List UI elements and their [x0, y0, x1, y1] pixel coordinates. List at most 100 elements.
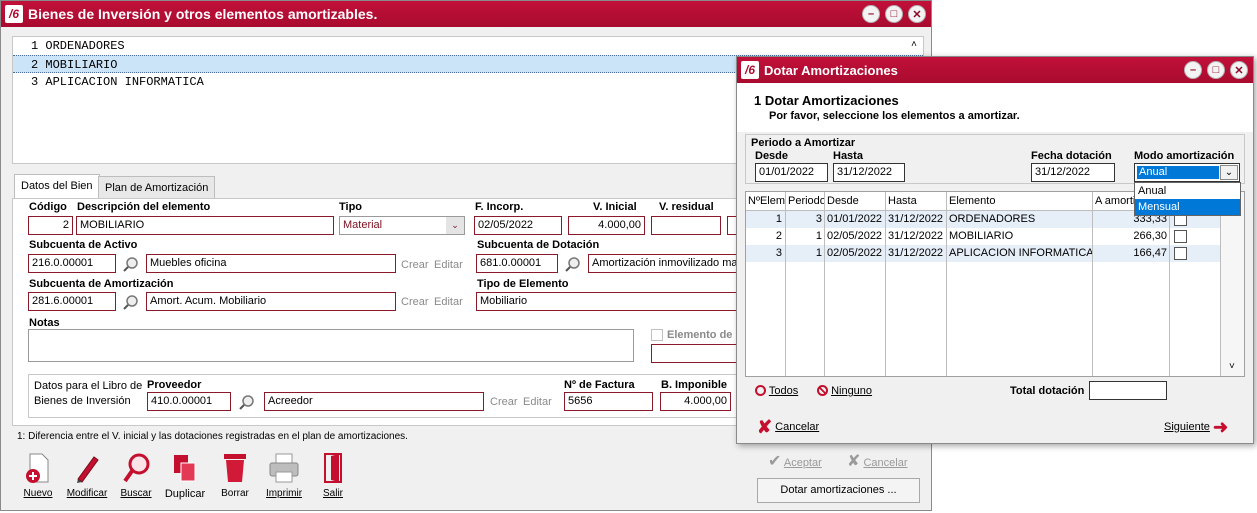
- cell-hasta: 31/12/2022: [888, 213, 944, 225]
- modificar-button[interactable]: Modificar: [61, 451, 113, 499]
- amort-desc-field[interactable]: Amort. Acum. Mobiliario: [146, 292, 396, 311]
- modo-option-mensual[interactable]: Mensual: [1135, 199, 1240, 215]
- todos-button[interactable]: Todos: [755, 385, 798, 397]
- activo-code-field[interactable]: 216.0.00001: [28, 254, 116, 273]
- v-residual-label: V. residual: [659, 201, 714, 213]
- tipo-elemento-field[interactable]: Mobiliario: [476, 292, 738, 311]
- b-imponible-field[interactable]: 4.000,00: [660, 392, 731, 411]
- amortizaciones-table[interactable]: NºElem. Periodo Desde Hasta Elemento A a…: [745, 191, 1245, 377]
- desde-field[interactable]: 01/01/2022: [755, 163, 828, 182]
- trash-icon: [224, 454, 246, 482]
- editar-link[interactable]: Editar: [523, 396, 552, 408]
- descripcion-label: Descripción del elemento: [77, 201, 211, 213]
- dotacion-desc-field[interactable]: Amortización inmovilizado mat: [588, 254, 738, 273]
- borrar-label: Borrar: [221, 488, 249, 499]
- fecha-dotacion-field[interactable]: 31/12/2022: [1031, 163, 1115, 182]
- proveedor-desc-field[interactable]: Acreedor: [264, 392, 484, 411]
- salir-button[interactable]: Salir: [307, 451, 359, 499]
- search-icon[interactable]: [122, 255, 140, 273]
- close-icon[interactable]: ✕: [1230, 61, 1248, 79]
- scroll-down-icon[interactable]: ˅: [1229, 361, 1235, 372]
- column-header[interactable]: NºElem.: [746, 192, 786, 210]
- fecha-dotacion-label: Fecha dotación: [1031, 150, 1112, 162]
- crear-link[interactable]: Crear: [401, 296, 429, 308]
- crear-link[interactable]: Crear: [490, 396, 518, 408]
- borrar-button[interactable]: Borrar: [209, 451, 261, 499]
- modo-dropdown-list[interactable]: Anual Mensual: [1134, 182, 1241, 216]
- codigo-field[interactable]: 2: [28, 216, 73, 235]
- tipo-select[interactable]: Material ⌄: [339, 216, 465, 235]
- cancelar-main-button[interactable]: ✘ Cancelar: [847, 451, 908, 471]
- dotacion-code-field[interactable]: 681.0.00001: [476, 254, 558, 273]
- search-icon[interactable]: [564, 255, 582, 273]
- column-header[interactable]: Periodo: [786, 192, 824, 210]
- v-residual-field[interactable]: [651, 216, 721, 235]
- tab-plan-de-amortizacion[interactable]: Plan de Amortización: [98, 176, 216, 200]
- siguiente-button[interactable]: Siguiente ➜: [1164, 417, 1228, 438]
- libro-label-line2: Bienes de Inversión: [34, 395, 131, 407]
- minimize-icon[interactable]: –: [1184, 61, 1202, 79]
- search-icon[interactable]: [122, 293, 140, 311]
- column-header[interactable]: Hasta: [886, 192, 946, 210]
- codigo-label: Código: [29, 201, 67, 213]
- cell-periodo: 1: [815, 247, 822, 259]
- pencil-icon: [77, 456, 99, 483]
- cancelar-label: Cancelar: [863, 457, 908, 469]
- maximize-icon[interactable]: □: [885, 5, 903, 23]
- aceptar-button[interactable]: ✔ Aceptar: [768, 451, 822, 471]
- proveedor-code-field[interactable]: 410.0.00001: [147, 392, 231, 411]
- chevron-down-icon: ⌄: [1220, 165, 1238, 180]
- descripcion-field[interactable]: MOBILIARIO: [76, 216, 334, 235]
- tipo-label: Tipo: [339, 201, 363, 213]
- arrow-right-icon: ➜: [1212, 417, 1229, 437]
- cross-icon: ✘: [847, 453, 861, 470]
- list-item[interactable]: 1 ORDENADORES: [13, 37, 923, 55]
- notas-field[interactable]: [28, 329, 634, 362]
- subcuenta-amortizacion-label: Subcuenta de Amortización: [29, 278, 174, 290]
- cancelar-dialog-button[interactable]: ✘ Cancelar: [757, 417, 819, 438]
- ninguno-button[interactable]: Ninguno: [817, 385, 872, 397]
- column-header[interactable]: Desde: [825, 192, 885, 210]
- v-inicial-field[interactable]: 4.000,00: [568, 216, 645, 235]
- minimize-icon[interactable]: –: [862, 5, 880, 23]
- proveedor-label: Proveedor: [147, 379, 202, 391]
- cell-n: 3: [775, 247, 782, 259]
- main-titlebar: /6 Bienes de Inversión y otros elementos…: [1, 1, 931, 27]
- tab-datos-del-bien[interactable]: Datos del Bien: [14, 174, 100, 199]
- close-icon[interactable]: ✕: [908, 5, 926, 23]
- duplicar-button[interactable]: Duplicar: [159, 451, 211, 500]
- editar-link[interactable]: Editar: [434, 296, 463, 308]
- n-factura-field[interactable]: 5656: [564, 392, 653, 411]
- column-header[interactable]: Elemento: [947, 192, 1092, 210]
- editar-link[interactable]: Editar: [434, 259, 463, 271]
- tipo-select-value: Material: [343, 219, 383, 231]
- v-inicial-label: V. Inicial: [593, 201, 637, 213]
- elemento-de-checkbox[interactable]: [651, 329, 663, 341]
- app-logo-icon: /6: [5, 5, 23, 23]
- maximize-icon[interactable]: □: [1207, 61, 1225, 79]
- buscar-button[interactable]: Buscar: [110, 451, 162, 499]
- modo-select[interactable]: Anual ⌄: [1134, 163, 1240, 182]
- elemento-de-field[interactable]: [651, 344, 739, 363]
- cell-elemento: APLICACION INFORMATICA: [949, 247, 1092, 259]
- grid-scrollbar[interactable]: ˅: [1221, 192, 1244, 376]
- crear-link[interactable]: Crear: [401, 259, 429, 271]
- nuevo-button[interactable]: Nuevo: [12, 451, 64, 499]
- activo-desc-field[interactable]: Muebles oficina: [146, 254, 396, 273]
- amort-code-field[interactable]: 281.6.00001: [28, 292, 116, 311]
- dotar-amortizaciones-button[interactable]: Dotar amortizaciones ...: [757, 478, 920, 503]
- search-icon[interactable]: [238, 393, 256, 411]
- modificar-label: Modificar: [66, 488, 108, 499]
- modo-option-anual[interactable]: Anual: [1135, 183, 1240, 199]
- libro-label-line1: Datos para el Libro de: [34, 380, 143, 392]
- imprimir-button[interactable]: Imprimir: [258, 451, 310, 499]
- f-incorp-field[interactable]: 02/05/2022: [474, 216, 562, 235]
- total-dotacion-field: [1089, 381, 1167, 400]
- scroll-up-icon[interactable]: ˄: [911, 40, 917, 51]
- row-checkbox[interactable]: [1174, 247, 1187, 260]
- modo-label: Modo amortización: [1134, 150, 1235, 162]
- hasta-field[interactable]: 31/12/2022: [833, 163, 905, 182]
- row-checkbox[interactable]: [1174, 230, 1187, 243]
- n-factura-label: Nº de Factura: [564, 379, 635, 391]
- cancelar-label: Cancelar: [775, 421, 820, 433]
